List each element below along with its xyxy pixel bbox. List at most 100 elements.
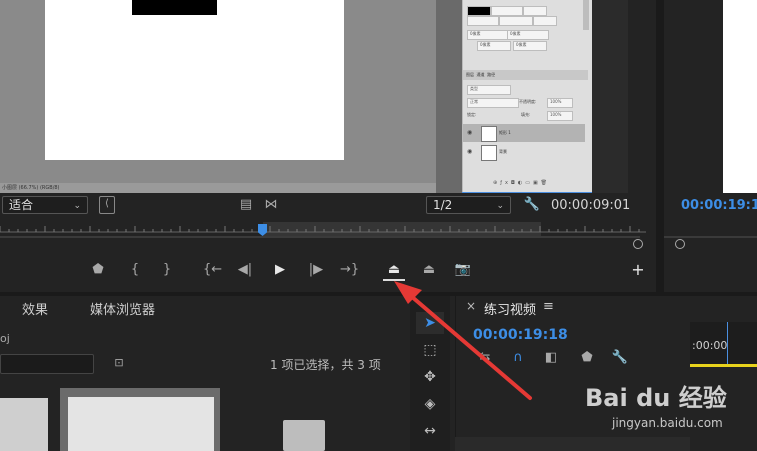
video-frame: 小图层 (66.7%) (RGB/8) 0像素 0像素 0像素 0像素 图层 通… — [0, 0, 628, 193]
track-header — [455, 437, 690, 451]
tools-panel: ➤ ⬚ ✥ ◈ ↔ — [410, 296, 450, 451]
ps-size-field-1: 0像素 — [467, 30, 509, 40]
add-button-icon[interactable]: + — [629, 261, 647, 279]
ps-align-field — [467, 16, 499, 26]
ps-lock-label: 锁定: — [467, 112, 477, 117]
ps-opacity-label: 不透明度: — [519, 99, 537, 104]
ps-kind-filter: 类型 — [467, 85, 511, 95]
chevron-down-icon: ⌄ — [73, 201, 81, 211]
ps-corner-field — [499, 16, 533, 26]
selection-tool-icon[interactable]: ➤ — [416, 312, 444, 334]
baidu-watermark-logo: Bai du 经验 — [585, 384, 727, 412]
layer-thumbnail — [481, 126, 497, 142]
razor-tool-icon[interactable]: ◈ — [416, 393, 444, 415]
step-back-icon[interactable]: ◀| — [236, 261, 254, 279]
ps-canvas — [45, 0, 344, 160]
panel-divider[interactable] — [656, 0, 664, 292]
ps-layer-rectangle: 矩形 1 — [477, 124, 607, 142]
ps-opacity-value: 100% — [547, 98, 573, 108]
safe-margins-icon[interactable]: ▤ — [238, 196, 254, 214]
ps-stroke-field — [491, 6, 523, 16]
ps-tab-paths: 路径 — [487, 72, 496, 77]
tab-media-browser[interactable]: 媒体浏览器 — [90, 299, 155, 318]
go-to-in-icon[interactable]: {← — [203, 261, 222, 279]
menu-icon[interactable]: ≡ — [543, 299, 554, 314]
timeline-ruler-label: :00:00 — [692, 339, 728, 352]
source-timecode[interactable]: 00:00:19:18 — [681, 198, 757, 213]
resolution-value: 1/2 — [433, 198, 453, 212]
timeline-timecode[interactable]: 00:00:19:18 — [473, 327, 568, 343]
project-name: oj — [0, 332, 10, 345]
eye-icon: ◉ — [467, 148, 473, 155]
track-select-tool-icon[interactable]: ⬚ — [416, 339, 444, 361]
close-tab-icon[interactable]: × — [466, 299, 476, 313]
ps-tab-channels: 通道 — [476, 72, 485, 77]
ps-fill-swatch — [467, 6, 491, 16]
add-marker-icon[interactable]: ⬟ — [578, 349, 596, 367]
wrench-icon[interactable]: 🔧 — [611, 349, 629, 367]
ps-blend-mode: 正常 — [467, 98, 519, 108]
duration-timecode: 00:00:09:01 — [551, 198, 631, 213]
snap-magnet-icon[interactable]: ∩ — [509, 349, 527, 367]
lift-icon[interactable]: ⏏ — [383, 261, 405, 281]
fit-select[interactable]: 适合 ⌄ — [2, 196, 88, 214]
ps-dark-margin — [592, 0, 628, 193]
secondary-scrub-handle[interactable] — [675, 239, 685, 249]
ps-size-field-2: 0像素 — [507, 30, 549, 40]
tab-effects[interactable]: 效果 — [22, 299, 48, 318]
slip-tool-icon[interactable]: ↔ — [416, 420, 444, 442]
extract-icon[interactable]: ⏏ — [418, 261, 440, 279]
ps-stroke-width — [523, 6, 547, 16]
layer-name: 背景 — [499, 149, 507, 154]
ps-join-field — [533, 16, 557, 26]
settings-bracket-icon[interactable]: ⟨ — [99, 196, 115, 214]
ps-layer-background: 背景 — [477, 143, 607, 161]
go-to-out-icon[interactable]: →} — [340, 261, 359, 279]
clip-thumbnail[interactable] — [0, 398, 48, 451]
nest-sequence-icon[interactable]: ⇆ — [476, 349, 494, 367]
folder-icon[interactable] — [283, 420, 325, 451]
mark-in-icon[interactable]: { — [126, 261, 144, 279]
fit-select-value: 适合 — [9, 198, 34, 212]
wrench-icon[interactable]: 🔧 — [523, 196, 541, 214]
linked-selection-icon[interactable]: ◧ — [542, 349, 560, 367]
secondary-video-frame — [723, 0, 757, 193]
ps-properties-panel: 0像素 0像素 0像素 0像素 图层 通道 路径 类型 正常 不透明度: 100… — [462, 0, 592, 192]
resolution-select[interactable]: 1/2 ⌄ — [426, 196, 511, 214]
ps-layer-footer-icons: ⊕ƒx◘◐▭▣🗑 — [493, 180, 551, 186]
ps-layers-tabs: 图层 通道 路径 — [463, 70, 588, 80]
baidu-watermark-url: jingyan.baidu.com — [612, 416, 723, 430]
ps-size-field-4: 0像素 — [513, 41, 547, 51]
ps-scrollbar — [583, 0, 589, 30]
ripple-edit-tool-icon[interactable]: ✥ — [416, 366, 444, 388]
timeline-title[interactable]: 练习视频 — [484, 299, 536, 318]
scrub-end-handle[interactable] — [633, 239, 643, 249]
secondary-scrub-bar[interactable] — [664, 236, 757, 238]
ps-fill-value: 100% — [547, 111, 573, 121]
clip-thumbnail-image — [68, 397, 214, 451]
camera-icon[interactable]: 📷 — [454, 261, 472, 279]
time-ruler[interactable] — [0, 222, 646, 236]
scrub-bar[interactable] — [0, 236, 640, 238]
mark-out-icon[interactable]: } — [158, 261, 176, 279]
ps-side-gutter — [436, 0, 462, 193]
ps-size-field-3: 0像素 — [477, 41, 511, 51]
ps-status-strip: 小图层 (66.7%) (RGB/8) — [0, 183, 436, 193]
ps-tab-layers: 图层 — [466, 72, 474, 77]
program-monitor: 小图层 (66.7%) (RGB/8) 0像素 0像素 0像素 0像素 图层 通… — [0, 0, 656, 292]
step-forward-icon[interactable]: |▶ — [307, 261, 325, 279]
project-search-input[interactable] — [0, 354, 94, 374]
timeline-playhead[interactable] — [727, 322, 728, 367]
selection-info: 1 项已选择，共 3 项 — [270, 358, 381, 372]
play-icon[interactable]: ▶ — [271, 261, 289, 279]
ps-fill-label: 填充: — [521, 112, 531, 117]
work-area-bar[interactable] — [690, 364, 757, 367]
audio-waveform-icon[interactable]: ⋈ — [262, 196, 280, 214]
new-bin-icon[interactable]: ⊡ — [110, 354, 128, 372]
layer-thumbnail — [481, 145, 497, 161]
black-rectangle-shape — [132, 0, 217, 15]
secondary-monitor: 00:00:19:18 — [664, 0, 757, 292]
add-marker-icon[interactable]: ⬟ — [89, 261, 107, 279]
chevron-down-icon: ⌄ — [496, 201, 504, 211]
layer-name: 矩形 1 — [499, 130, 511, 135]
